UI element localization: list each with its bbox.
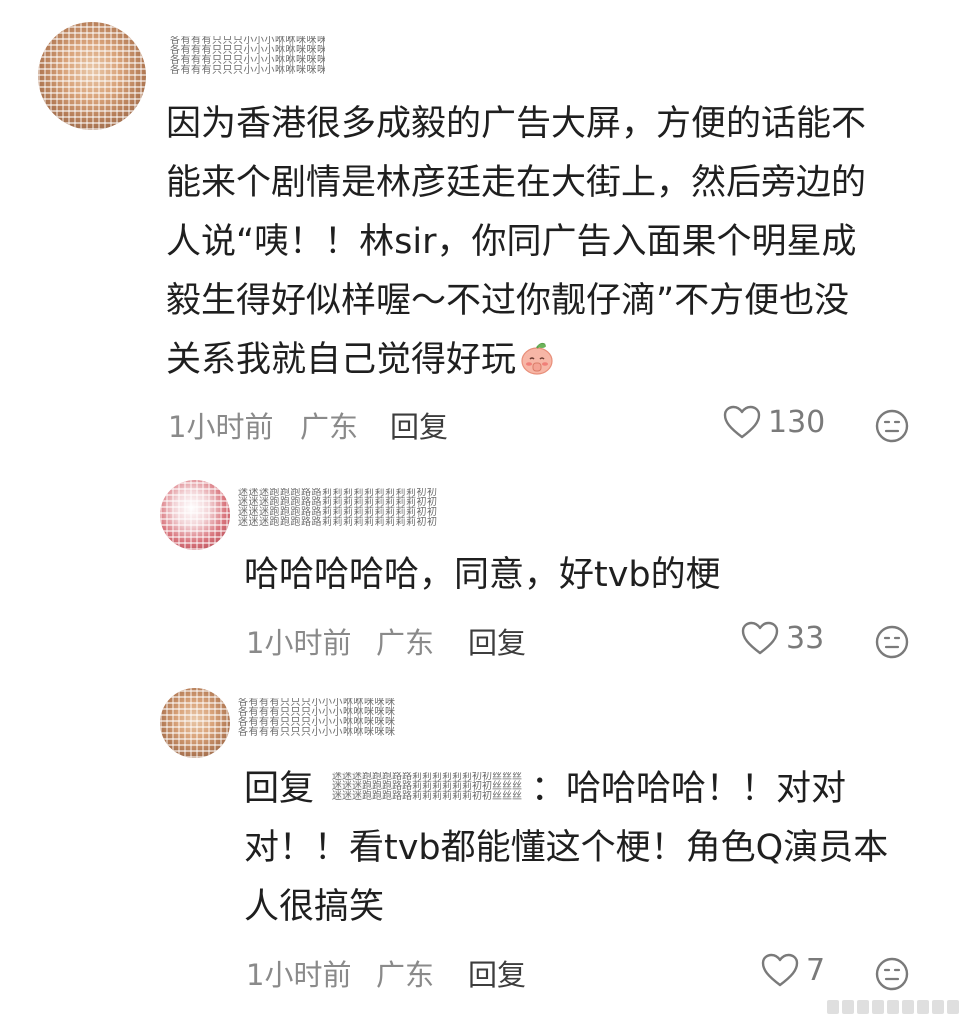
timestamp: 1小时前 (168, 410, 274, 444)
frown-face-icon (875, 625, 909, 659)
like-button[interactable]: 130 (722, 404, 825, 440)
comment-text: 哈哈哈哈哈，同意，好tvb的梗 (244, 555, 721, 595)
like-count: 7 (806, 952, 826, 988)
username-obscured[interactable]: 各有有有只只只小小小咻咻咪咪咪 各有有有只只只小小小咻咻咪咪咪 各有有有只只只小… (170, 36, 325, 78)
watermark (799, 996, 959, 1018)
timestamp: 1小时前 (246, 958, 352, 992)
dislike-button[interactable] (874, 624, 910, 660)
reply-prefix: 回复 (244, 769, 315, 809)
comment-meta: 1小时前 广东 回复 7 (0, 950, 967, 994)
location: 广东 (300, 410, 359, 444)
like-count: 130 (768, 404, 826, 440)
avatar[interactable] (160, 688, 230, 758)
username-obscured[interactable]: 各有有有只只只小小小咻咻咪咪咪 各有有有只只只小小小咻咻咪咪咪 各有有有只只只小… (238, 698, 403, 740)
reply-button[interactable]: 回复 (468, 620, 526, 662)
comment-text: 因为香港很多成毅的广告大屏，方便的话能不 能来个剧情是林彦廷走在大街上，然后旁边… (166, 104, 867, 380)
username-obscured[interactable]: 迷迷迷跑跑跑路路莉莉莉莉莉莉莉莉莉初初丝丝丝 迷迷迷跑跑跑路路莉莉莉莉莉莉莉莉莉… (238, 488, 438, 528)
heart-outline-icon (761, 953, 799, 987)
dislike-button[interactable] (874, 408, 910, 444)
heart-outline-icon (741, 621, 779, 655)
like-button[interactable]: 7 (760, 952, 825, 988)
mention-username-obscured[interactable]: 迷迷迷跑跑跑路路莉莉莉莉莉莉初初丝丝丝 迷迷迷跑跑跑路路莉莉莉莉莉莉初初丝丝丝 迷迷… (332, 772, 527, 808)
comment-meta: 1小时前 广东 回复 130 (0, 402, 967, 446)
comment-meta: 1小时前 广东 回复 33 (0, 618, 967, 662)
timestamp: 1小时前 (246, 626, 352, 660)
location: 广东 (376, 626, 435, 660)
frown-face-icon (875, 957, 909, 991)
reply-button[interactable]: 回复 (468, 952, 526, 994)
like-count: 33 (786, 620, 825, 656)
like-button[interactable]: 33 (740, 620, 824, 656)
reply-button[interactable]: 回复 (390, 404, 448, 446)
heart-outline-icon (723, 405, 761, 439)
frown-face-icon (875, 409, 909, 443)
avatar[interactable] (160, 480, 230, 550)
comment-text: 回复 迷迷迷跑跑跑路路莉莉莉莉莉莉初初丝丝丝 迷迷迷跑跑跑路路莉莉莉莉莉莉初初丝丝丝… (244, 769, 889, 927)
location: 广东 (376, 958, 435, 992)
avatar[interactable] (38, 22, 146, 130)
shy-peach-emoji (518, 337, 556, 375)
dislike-button[interactable] (874, 956, 910, 992)
